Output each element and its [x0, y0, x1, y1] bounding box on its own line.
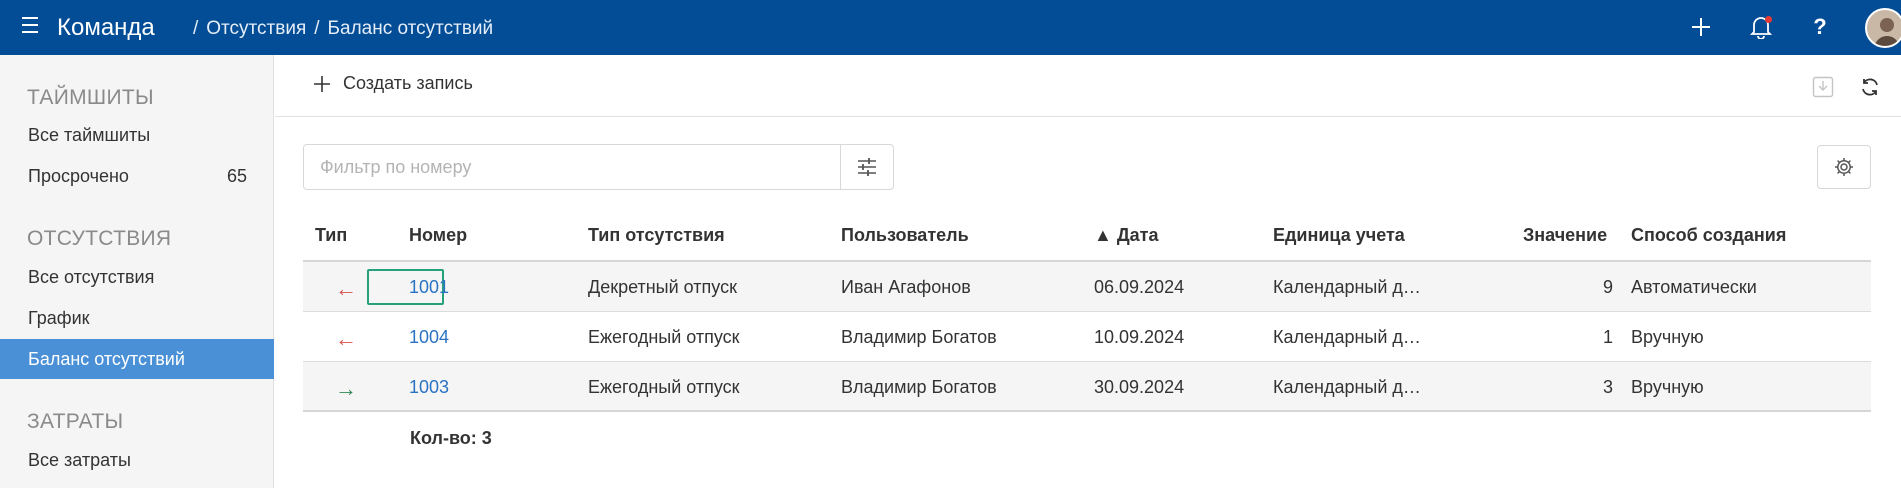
app-title[interactable]: Команда — [57, 14, 155, 42]
date-cell: 30.09.2024 — [1094, 377, 1185, 397]
value-cell: 1 — [1602, 327, 1613, 347]
bell-icon[interactable] — [1746, 12, 1776, 42]
number-filter — [303, 144, 894, 190]
table-settings-button[interactable] — [1817, 145, 1871, 189]
sidebar-section-timesheets: ТАЙМШИТЫ — [27, 86, 154, 109]
plus-icon — [314, 75, 330, 92]
export-icon[interactable] — [1809, 73, 1837, 101]
gear-icon — [1835, 158, 1853, 176]
user-cell: Владимир Богатов — [841, 327, 997, 347]
sidebar-section-absences: ОТСУТСТВИЯ — [27, 227, 172, 250]
main-content: Создать запись Тип Номер Тип отсутствия — [275, 55, 1901, 488]
sidebar-item-label: Все отсутствия — [28, 267, 155, 287]
sidebar-item-overdue[interactable]: Просрочено 65 — [0, 156, 274, 196]
sidebar-item-label: Все затраты — [28, 450, 131, 470]
user-cell: Иван Агафонов — [841, 277, 971, 297]
column-header-date[interactable]: ▲ Дата — [1094, 225, 1158, 246]
filter-options-button[interactable] — [840, 145, 893, 189]
column-header-absence-type[interactable]: Тип отсутствия — [588, 225, 725, 246]
table-row[interactable]: → 1003 Ежегодный отпуск Владимир Богатов… — [303, 362, 1871, 412]
breadcrumb-item-current: Баланс отсутствий — [327, 18, 494, 39]
unit-cell: Календарный д… — [1273, 377, 1421, 397]
value-cell: 9 — [1602, 277, 1613, 297]
sidebar-item-schedule[interactable]: График — [0, 298, 274, 338]
sidebar-item-label: Просрочено — [28, 166, 129, 186]
top-bar: Команда / Отсутствия / Баланс отсутствий ? — [0, 0, 1901, 55]
table-row[interactable]: ← 1004 Ежегодный отпуск Владимир Богатов… — [303, 312, 1871, 362]
overdue-count: 65 — [226, 166, 247, 186]
table-header: Тип Номер Тип отсутствия Пользователь ▲ … — [303, 210, 1871, 262]
sidebar-item-label: Все таймшиты — [28, 125, 151, 145]
absence-type-cell: Ежегодный отпуск — [588, 327, 740, 347]
absence-balance-table: Тип Номер Тип отсутствия Пользователь ▲ … — [303, 210, 1871, 412]
creation-method-cell: Автоматически — [1631, 277, 1757, 297]
absence-type-cell: Ежегодный отпуск — [588, 377, 740, 397]
record-number-link[interactable]: 1004 — [409, 327, 449, 348]
column-header-number[interactable]: Номер — [409, 225, 467, 246]
incoming-arrow-icon: → — [335, 376, 357, 401]
outgoing-arrow-icon: ← — [335, 326, 357, 351]
creation-method-cell: Вручную — [1631, 327, 1704, 347]
sidebar-item-absence-balance[interactable]: Баланс отсутствий — [0, 339, 274, 379]
unit-cell: Календарный д… — [1273, 277, 1421, 297]
column-header-creation-method[interactable]: Способ создания — [1631, 225, 1786, 246]
column-header-unit[interactable]: Единица учета — [1273, 225, 1405, 246]
unit-cell: Календарный д… — [1273, 327, 1421, 347]
refresh-icon[interactable] — [1856, 73, 1884, 101]
breadcrumb-item-absences[interactable]: Отсутствия — [206, 18, 306, 39]
sidebar-item-label: Баланс отсутствий — [28, 349, 185, 369]
record-number-link[interactable]: 1001 — [409, 277, 449, 298]
plus-icon[interactable] — [1686, 12, 1716, 42]
avatar[interactable] — [1865, 8, 1901, 48]
sidebar-item-label: График — [28, 308, 90, 328]
column-header-value[interactable]: Значение — [1523, 225, 1607, 246]
creation-method-cell: Вручную — [1631, 377, 1704, 397]
toolbar: Создать запись — [275, 55, 1901, 117]
table-row[interactable]: ← 1001 Декретный отпуск Иван Агафонов 06… — [303, 262, 1871, 312]
sidebar-item-all-costs[interactable]: Все затраты — [0, 440, 274, 480]
create-record-label: Создать запись — [343, 73, 473, 93]
user-cell: Владимир Богатов — [841, 377, 997, 397]
sidebar-item-all-absences[interactable]: Все отсутствия — [0, 257, 274, 297]
help-icon[interactable]: ? — [1805, 12, 1835, 42]
record-count: Кол-во: 3 — [410, 428, 492, 448]
create-record-button[interactable]: Создать запись — [313, 73, 473, 94]
sidebar: ТАЙМШИТЫ Все таймшиты Просрочено 65 ОТСУ… — [0, 55, 274, 488]
absence-type-cell: Декретный отпуск — [588, 277, 737, 297]
date-cell: 06.09.2024 — [1094, 277, 1185, 297]
sidebar-item-all-timesheets[interactable]: Все таймшиты — [0, 115, 274, 155]
date-cell: 10.09.2024 — [1094, 327, 1185, 347]
record-number-link[interactable]: 1003 — [409, 377, 449, 398]
sidebar-section-costs: ЗАТРАТЫ — [27, 410, 124, 433]
notification-dot — [1765, 16, 1772, 23]
filter-input[interactable] — [304, 145, 839, 189]
menu-icon[interactable] — [22, 17, 42, 37]
breadcrumb: / Отсутствия / Баланс отсутствий — [193, 18, 494, 39]
column-header-type[interactable]: Тип — [315, 225, 347, 246]
value-cell: 3 — [1602, 377, 1613, 397]
outgoing-arrow-icon: ← — [335, 276, 357, 301]
column-header-user[interactable]: Пользователь — [841, 225, 969, 246]
sliders-icon — [858, 158, 876, 176]
